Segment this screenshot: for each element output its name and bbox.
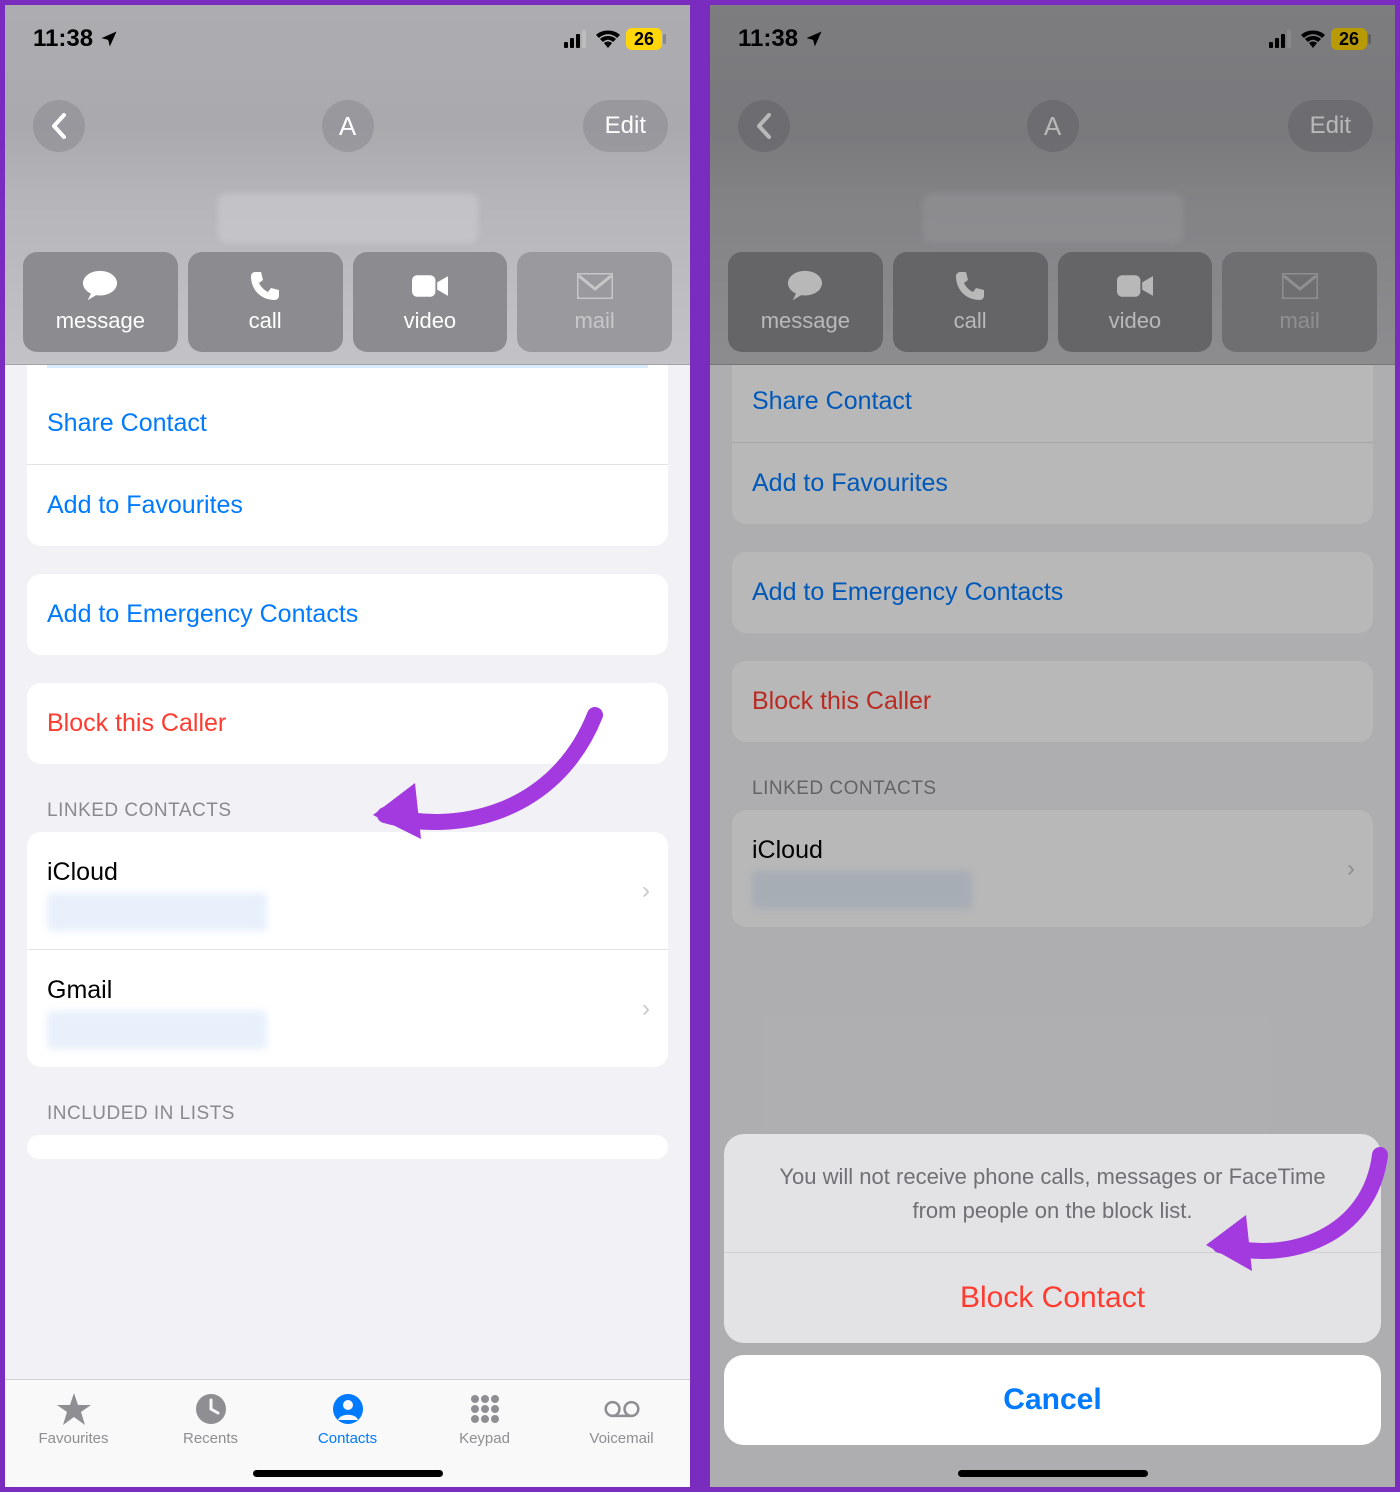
status-time: 11:38 bbox=[738, 25, 798, 53]
location-icon bbox=[804, 29, 824, 49]
edit-button[interactable]: Edit bbox=[583, 100, 668, 152]
video-icon bbox=[412, 272, 448, 300]
video-button[interactable]: video bbox=[1058, 252, 1213, 352]
contact-avatar: A bbox=[1027, 100, 1079, 152]
status-bar: 11:38 26 bbox=[710, 5, 1395, 73]
add-emergency-row[interactable]: Add to Emergency Contacts bbox=[27, 574, 668, 655]
status-time: 11:38 bbox=[33, 25, 93, 53]
phone-icon bbox=[954, 270, 986, 302]
message-button[interactable]: message bbox=[23, 252, 178, 352]
video-button[interactable]: video bbox=[353, 252, 508, 352]
keypad-icon bbox=[470, 1394, 500, 1424]
add-favourites-row[interactable]: Add to Favourites bbox=[732, 442, 1373, 524]
mail-icon bbox=[1282, 273, 1318, 299]
battery-indicator: 26 bbox=[1331, 28, 1367, 50]
call-button[interactable]: call bbox=[893, 252, 1048, 352]
contact-avatar: A bbox=[322, 100, 374, 152]
screenshot-right: 11:38 26 A Edit message call v bbox=[707, 2, 1398, 1490]
share-contact-row[interactable]: Share Contact bbox=[27, 383, 668, 464]
home-indicator[interactable] bbox=[253, 1470, 443, 1477]
add-favourites-row[interactable]: Add to Favourites bbox=[27, 464, 668, 546]
back-button[interactable] bbox=[738, 100, 790, 152]
block-caller-row[interactable]: Block this Caller bbox=[732, 661, 1373, 742]
contact-name-blurred bbox=[923, 193, 1183, 243]
edit-button[interactable]: Edit bbox=[1288, 100, 1373, 152]
linked-icloud-row[interactable]: iCloud › bbox=[732, 810, 1373, 927]
location-icon bbox=[99, 29, 119, 49]
mail-button: mail bbox=[517, 252, 672, 352]
linked-contacts-header: LINKED CONTACTS bbox=[752, 778, 1353, 800]
battery-indicator: 26 bbox=[626, 28, 662, 50]
phone-icon bbox=[249, 270, 281, 302]
wifi-icon bbox=[1301, 30, 1325, 48]
chevron-left-icon bbox=[755, 113, 773, 139]
sheet-message: You will not receive phone calls, messag… bbox=[724, 1134, 1381, 1253]
block-contact-button[interactable]: Block Contact bbox=[724, 1253, 1381, 1343]
chevron-right-icon: › bbox=[642, 995, 650, 1023]
back-button[interactable] bbox=[33, 100, 85, 152]
contact-details-list[interactable]: Share Contact Add to Favourites Add to E… bbox=[5, 365, 690, 1379]
tab-voicemail[interactable]: Voicemail bbox=[553, 1380, 690, 1487]
message-icon bbox=[82, 269, 118, 303]
wifi-icon bbox=[596, 30, 620, 48]
voicemail-icon bbox=[604, 1398, 640, 1420]
home-indicator[interactable] bbox=[958, 1470, 1148, 1477]
add-emergency-row[interactable]: Add to Emergency Contacts bbox=[732, 552, 1373, 633]
cancel-button[interactable]: Cancel bbox=[724, 1355, 1381, 1445]
chevron-left-icon bbox=[50, 113, 68, 139]
person-icon bbox=[332, 1393, 364, 1425]
included-lists-header: INCLUDED IN LISTS bbox=[47, 1103, 648, 1125]
tab-favourites[interactable]: Favourites bbox=[5, 1380, 142, 1487]
video-icon bbox=[1117, 272, 1153, 300]
clock-icon bbox=[195, 1393, 227, 1425]
cellular-icon bbox=[1269, 30, 1295, 48]
contact-name-blurred bbox=[218, 193, 478, 243]
message-icon bbox=[787, 269, 823, 303]
linked-contacts-header: LINKED CONTACTS bbox=[47, 800, 648, 822]
star-icon bbox=[57, 1393, 91, 1425]
mail-button: mail bbox=[1222, 252, 1377, 352]
chevron-right-icon: › bbox=[642, 877, 650, 905]
action-sheet: You will not receive phone calls, messag… bbox=[710, 1120, 1395, 1487]
mail-icon bbox=[577, 273, 613, 299]
share-contact-row[interactable]: Share Contact bbox=[732, 365, 1373, 442]
linked-icloud-row[interactable]: iCloud › bbox=[27, 832, 668, 949]
message-button[interactable]: message bbox=[728, 252, 883, 352]
block-caller-row[interactable]: Block this Caller bbox=[27, 683, 668, 764]
screenshot-left: 11:38 26 A Edit message call v bbox=[2, 2, 693, 1490]
status-bar: 11:38 26 bbox=[5, 5, 690, 73]
chevron-right-icon: › bbox=[1347, 855, 1355, 883]
call-button[interactable]: call bbox=[188, 252, 343, 352]
cellular-icon bbox=[564, 30, 590, 48]
linked-gmail-row[interactable]: Gmail › bbox=[27, 949, 668, 1067]
